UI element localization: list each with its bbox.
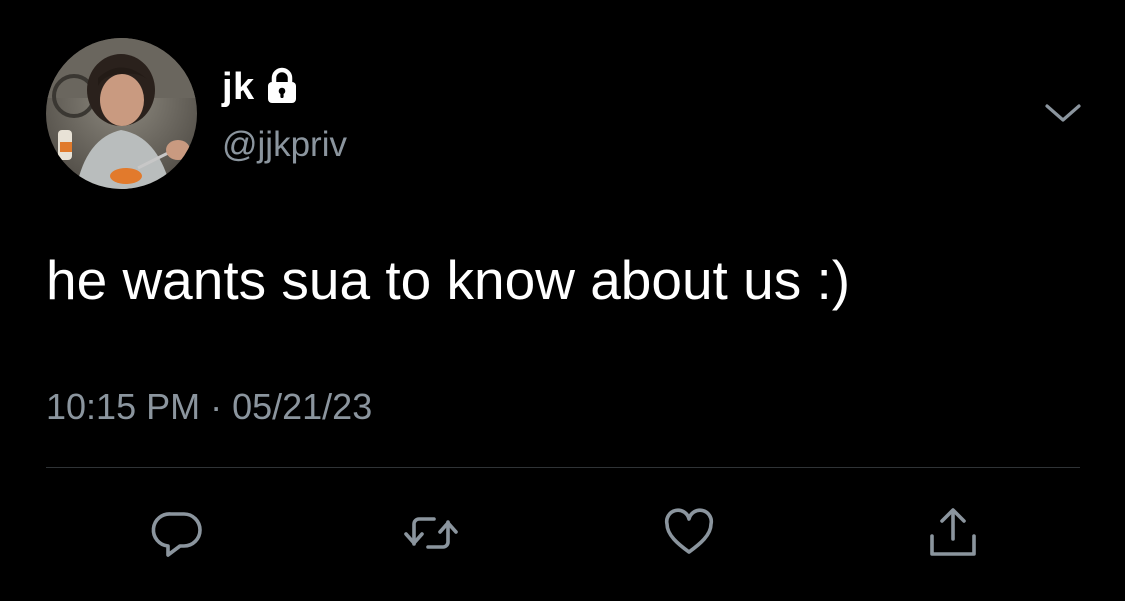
chevron-down-icon[interactable] <box>1040 96 1086 132</box>
author-avatar[interactable] <box>46 38 197 189</box>
share-upload-icon <box>930 508 976 556</box>
heart-icon <box>664 508 714 554</box>
share-button[interactable] <box>920 500 986 566</box>
reply-button[interactable] <box>144 500 210 566</box>
tweet-timestamp[interactable]: 10:15 PM · 05/21/23 <box>46 384 372 430</box>
lock-icon <box>265 67 299 105</box>
reply-bubble-icon <box>151 512 202 557</box>
retweet-icon <box>404 517 458 549</box>
tweet-action-bar <box>0 500 1125 570</box>
divider <box>46 467 1080 468</box>
author-display-name[interactable]: jk <box>222 66 255 108</box>
like-button[interactable] <box>656 500 722 566</box>
tweet-detail: jk @jjkpriv he wants sua to know about u… <box>0 0 1125 601</box>
retweet-button[interactable] <box>398 500 464 566</box>
tweet-text: he wants sua to know about us :) <box>46 249 851 311</box>
profile-photo <box>46 38 197 189</box>
author-handle[interactable]: @jjkpriv <box>222 124 347 166</box>
author-name-row: jk <box>222 66 299 108</box>
